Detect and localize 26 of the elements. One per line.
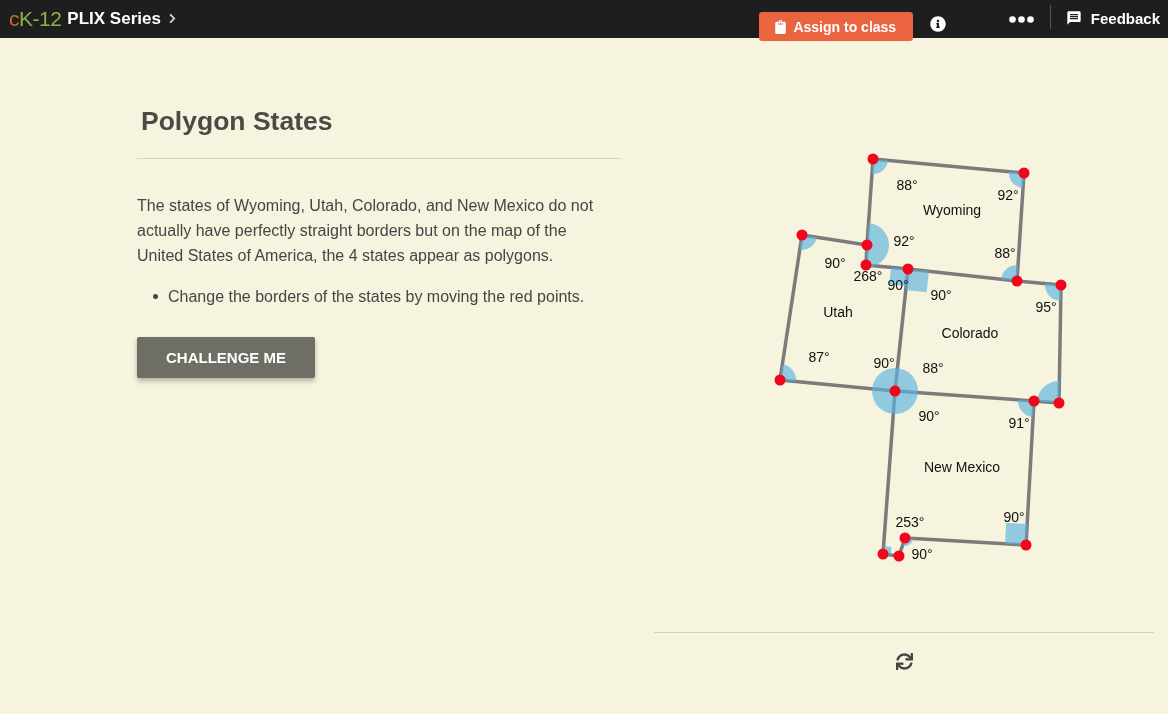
angle-label: 90° — [887, 277, 909, 293]
state-label: New Mexico — [923, 459, 1001, 475]
state-label: Utah — [823, 304, 853, 320]
angle-label: 92° — [893, 233, 915, 249]
logo-text: K-12 — [19, 7, 62, 31]
angle-label: 90° — [918, 408, 940, 424]
instruction-text: Change the borders of the states by moving the red points. — [168, 287, 585, 307]
angle-label: 90° — [1003, 509, 1025, 525]
angle-label: 88° — [922, 360, 944, 376]
angle-label: 90° — [824, 255, 846, 271]
angle-label: 253° — [895, 514, 925, 530]
state-label: Wyoming — [922, 202, 982, 218]
angle-label: 95° — [1035, 299, 1057, 315]
angle-label: 90° — [930, 287, 952, 303]
angle-label: 87° — [808, 349, 830, 365]
lesson-paragraph: The states of Wyoming, Utah, Colorado, and New Mexico do not actually have perfectly straight borders but on the map of the United States of America, the 4 states appear as polygons. — [137, 196, 595, 266]
angle-label: 92° — [997, 187, 1019, 203]
angle-label: 90° — [911, 546, 933, 562]
angle-label: 268° — [853, 268, 883, 284]
angle-label: 90° — [873, 355, 895, 371]
lesson-title: Polygon States — [137, 105, 621, 159]
state-label: Colorado — [941, 325, 999, 341]
logo-text: c — [9, 7, 19, 31]
angle-label: 88° — [896, 177, 918, 193]
angle-label: 88° — [994, 245, 1016, 261]
angle-label: 91° — [1008, 415, 1030, 431]
